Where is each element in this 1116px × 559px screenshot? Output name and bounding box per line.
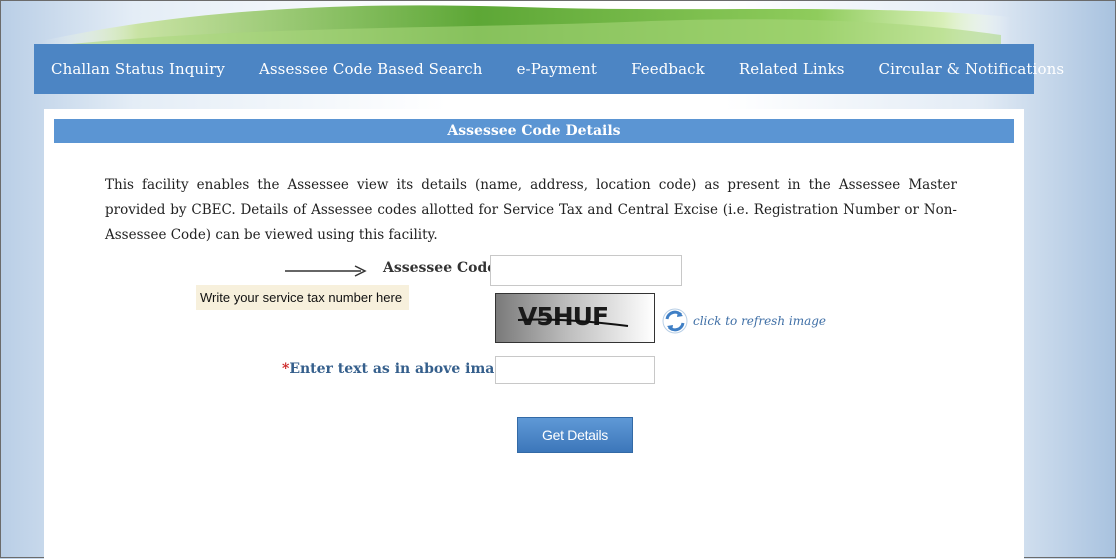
- arrow-right-icon: [285, 265, 367, 277]
- nav-assessee-code-based-search[interactable]: Assessee Code Based Search: [259, 60, 483, 78]
- assessee-code-input[interactable]: [490, 255, 682, 286]
- nav-related-links[interactable]: Related Links: [739, 60, 845, 78]
- nav-e-payment[interactable]: e-Payment: [517, 60, 597, 78]
- get-details-button[interactable]: Get Details: [517, 417, 633, 453]
- nav-challan-status-inquiry[interactable]: Challan Status Inquiry: [51, 60, 225, 78]
- captcha-input[interactable]: [495, 356, 655, 384]
- captcha-label: *Enter text as in above image:: [282, 361, 518, 377]
- captcha-image: V5HUF: [495, 293, 655, 343]
- panel-title: Assessee Code Details: [54, 119, 1014, 143]
- main-nav: Challan Status Inquiry Assessee Code Bas…: [34, 44, 1064, 94]
- content-panel: Assessee Code Details This facility enab…: [44, 109, 1024, 559]
- nav-circular-notifications[interactable]: Circular & Notifications: [879, 60, 1065, 78]
- header-banner: [1, 1, 1116, 47]
- assessee-code-label: Assessee Code:: [383, 260, 502, 276]
- facility-description: This facility enables the Assessee view …: [105, 177, 957, 243]
- refresh-icon[interactable]: [661, 307, 689, 335]
- captcha-label-text: Enter text as in above image:: [289, 361, 519, 377]
- refresh-captcha-link[interactable]: click to refresh image: [693, 314, 826, 328]
- assessee-code-hint: Write your service tax number here: [196, 285, 409, 310]
- nav-feedback[interactable]: Feedback: [631, 60, 705, 78]
